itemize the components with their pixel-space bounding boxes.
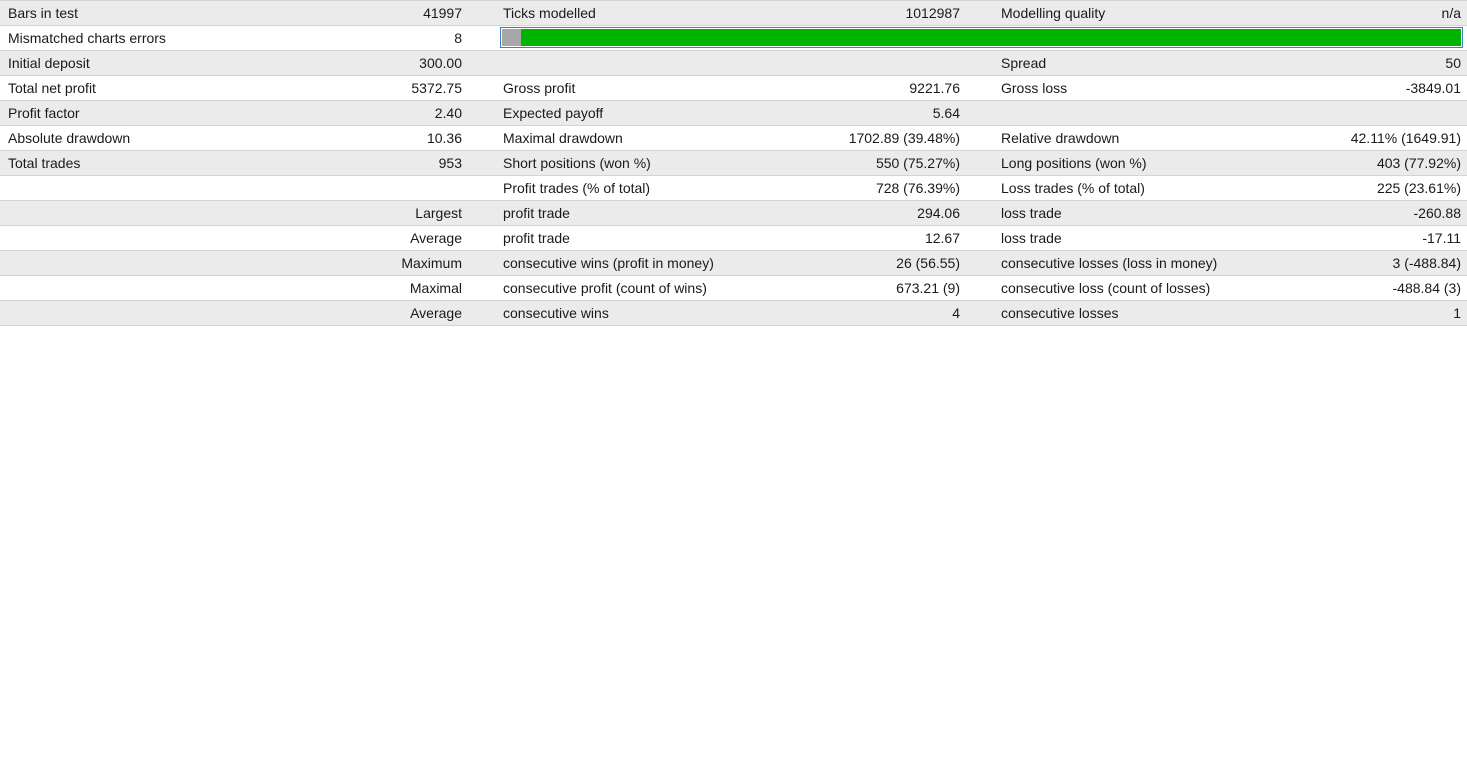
report-row-mismatched: Mismatched charts errors 8: [0, 26, 1467, 51]
label-average-consecutive-wins: consecutive wins: [503, 305, 609, 321]
label-initial-deposit: Initial deposit: [8, 55, 90, 71]
label-mismatched-charts-errors: Mismatched charts errors: [8, 30, 166, 46]
value-largest-loss-trade: -260.88: [1413, 205, 1461, 221]
value-initial-deposit: 300.00: [419, 55, 462, 71]
label-long-positions: Long positions (won %): [1001, 155, 1147, 171]
value-total-trades: 953: [438, 155, 462, 171]
label-spread: Spread: [1001, 55, 1047, 71]
label-max-consecutive-wins: consecutive wins (profit in money): [503, 255, 714, 271]
value-spread: 50: [1445, 55, 1461, 71]
report-row-net-profit: Total net profit 5372.75 Gross profit 92…: [0, 76, 1467, 101]
value-expected-payoff: 5.64: [932, 105, 960, 121]
label-maximal-consecutive-loss: consecutive loss (count of losses): [1001, 280, 1211, 296]
label-relative-drawdown: Relative drawdown: [1001, 130, 1120, 146]
value-average-consecutive-losses: 1: [1453, 305, 1461, 321]
value-mismatched-charts-errors: 8: [454, 30, 462, 46]
label-ticks-modelled: Ticks modelled: [503, 5, 596, 21]
label-largest-loss-trade: loss trade: [1001, 205, 1062, 221]
label-average-loss-trade: loss trade: [1001, 230, 1062, 246]
label-absolute-drawdown: Absolute drawdown: [8, 130, 131, 146]
report-row-maximal: Maximal consecutive profit (count of win…: [0, 276, 1467, 301]
label-loss-trades: Loss trades (% of total): [1001, 180, 1145, 196]
label-average-profit-trade: profit trade: [503, 230, 570, 246]
value-max-consecutive-losses: 3 (-488.84): [1392, 255, 1461, 271]
strategy-report-table: Bars in test 41997 Ticks modelled 101298…: [0, 0, 1467, 326]
value-modelling-quality: n/a: [1441, 5, 1461, 21]
label-bars-in-test: Bars in test: [8, 5, 79, 21]
label-total-net-profit: Total net profit: [8, 80, 96, 96]
value-maximal-drawdown: 1702.89 (39.48%): [848, 130, 960, 146]
label-gross-profit: Gross profit: [503, 80, 576, 96]
value-gross-loss: -3849.01: [1405, 80, 1461, 96]
group-label-average-consecutive: Average: [410, 305, 462, 321]
label-gross-loss: Gross loss: [1001, 80, 1068, 96]
group-label-maximum: Maximum: [401, 255, 462, 271]
value-maximal-consecutive-profit: 673.21 (9): [896, 280, 960, 296]
value-relative-drawdown: 42.11% (1649.91): [1350, 130, 1461, 146]
group-label-largest: Largest: [415, 205, 462, 221]
report-row-initial-deposit: Initial deposit 300.00 Spread 50: [0, 51, 1467, 76]
group-label-average: Average: [410, 230, 462, 246]
report-row-profit-factor: Profit factor 2.40 Expected payoff 5.64: [0, 101, 1467, 126]
label-total-trades: Total trades: [8, 155, 81, 171]
value-gross-profit: 9221.76: [909, 80, 960, 96]
label-maximal-consecutive-profit: consecutive profit (count of wins): [503, 280, 707, 296]
label-average-consecutive-losses: consecutive losses: [1001, 305, 1119, 321]
value-profit-factor: 2.40: [434, 105, 462, 121]
value-max-consecutive-wins: 26 (56.55): [896, 255, 960, 271]
value-maximal-consecutive-loss: -488.84 (3): [1392, 280, 1461, 296]
report-row-largest: Largest profit trade 294.06 loss trade -…: [0, 201, 1467, 226]
label-profit-trades: Profit trades (% of total): [503, 180, 651, 196]
group-label-maximal: Maximal: [409, 280, 462, 296]
label-profit-factor: Profit factor: [8, 105, 80, 121]
label-largest-profit-trade: profit trade: [503, 205, 570, 221]
modelling-quality-bar-gray-segment: [502, 29, 521, 46]
label-expected-payoff: Expected payoff: [503, 105, 604, 121]
modelling-quality-bar: [500, 27, 1463, 48]
value-absolute-drawdown: 10.36: [426, 130, 462, 146]
report-row-profit-loss-trades: Profit trades (% of total) 728 (76.39%) …: [0, 176, 1467, 201]
report-row-bars: Bars in test 41997 Ticks modelled 101298…: [0, 0, 1467, 26]
report-row-maximum: Maximum consecutive wins (profit in mone…: [0, 251, 1467, 276]
value-total-net-profit: 5372.75: [411, 80, 462, 96]
value-bars-in-test: 41997: [423, 5, 462, 21]
value-average-profit-trade: 12.67: [924, 230, 960, 246]
value-long-positions: 403 (77.92%): [1376, 155, 1461, 171]
value-average-loss-trade: -17.11: [1422, 230, 1461, 246]
label-max-consecutive-losses: consecutive losses (loss in money): [1001, 255, 1218, 271]
report-row-drawdown: Absolute drawdown 10.36 Maximal drawdown…: [0, 126, 1467, 151]
label-modelling-quality: Modelling quality: [1001, 5, 1106, 21]
report-row-total-trades: Total trades 953 Short positions (won %)…: [0, 151, 1467, 176]
label-maximal-drawdown: Maximal drawdown: [503, 130, 623, 146]
value-average-consecutive-wins: 4: [952, 305, 960, 321]
value-loss-trades: 225 (23.61%): [1376, 180, 1461, 196]
value-short-positions: 550 (75.27%): [875, 155, 960, 171]
value-largest-profit-trade: 294.06: [917, 205, 960, 221]
value-ticks-modelled: 1012987: [905, 5, 960, 21]
report-row-average-consecutive: Average consecutive wins 4 consecutive l…: [0, 301, 1467, 326]
label-short-positions: Short positions (won %): [503, 155, 651, 171]
modelling-quality-bar-fill: [502, 29, 1461, 46]
report-row-average-trade: Average profit trade 12.67 loss trade -1…: [0, 226, 1467, 251]
value-profit-trades: 728 (76.39%): [875, 180, 960, 196]
